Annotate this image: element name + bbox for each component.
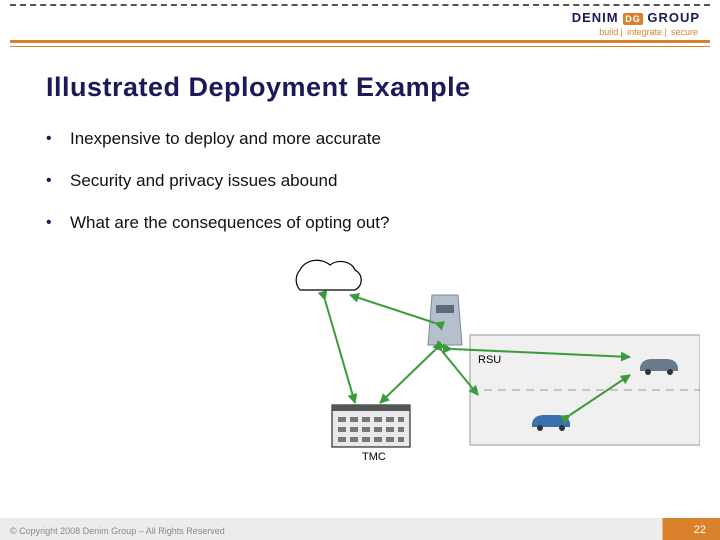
bullet-text: Inexpensive to deploy and more accurate — [70, 128, 381, 150]
tag-secure: secure — [669, 27, 700, 37]
bullet-icon: • — [46, 128, 56, 150]
brand-tagline: build| integrate| secure — [572, 27, 700, 37]
brand-block: DENIM DG GROUP build| integrate| secure — [572, 10, 700, 37]
list-item: • Inexpensive to deploy and more accurat… — [46, 128, 680, 150]
tag-integrate: integrate — [625, 27, 664, 37]
tag-build: build — [597, 27, 620, 37]
tmc-label: TMC — [362, 451, 386, 463]
slide-title: Illustrated Deployment Example — [46, 72, 471, 103]
slide-footer: © Copyright 2008 Denim Group – All Right… — [0, 518, 720, 540]
bullet-icon: • — [46, 170, 56, 192]
dashed-rule — [10, 4, 710, 6]
bullet-text: What are the consequences of opting out? — [70, 212, 389, 234]
link-arrow — [350, 295, 435, 323]
bullet-list: • Inexpensive to deploy and more accurat… — [46, 128, 680, 254]
cloud-icon — [296, 260, 361, 290]
list-item: • Security and privacy issues abound — [46, 170, 680, 192]
slide-header: DENIM DG GROUP build| integrate| secure — [0, 0, 720, 58]
orange-rule-thin — [10, 46, 710, 47]
rsu-icon — [428, 295, 462, 345]
page-number: 22 — [694, 524, 706, 536]
rsu-label: RSU — [478, 354, 501, 366]
slide: DENIM DG GROUP build| integrate| secure … — [0, 0, 720, 540]
orange-rule-thick — [10, 40, 710, 43]
link-arrow — [380, 350, 435, 403]
deployment-diagram: RSU TMC — [270, 255, 700, 485]
tmc-icon — [332, 405, 410, 447]
brand-name: DENIM DG GROUP — [572, 10, 700, 25]
copyright-text: © Copyright 2008 Denim Group – All Right… — [10, 526, 225, 536]
brand-badge: DG — [623, 13, 643, 25]
list-item: • What are the consequences of opting ou… — [46, 212, 680, 234]
brand-left: DENIM — [572, 10, 619, 25]
bullet-text: Security and privacy issues abound — [70, 170, 337, 192]
brand-right: GROUP — [647, 10, 700, 25]
bullet-icon: • — [46, 212, 56, 234]
link-arrow — [325, 300, 355, 403]
